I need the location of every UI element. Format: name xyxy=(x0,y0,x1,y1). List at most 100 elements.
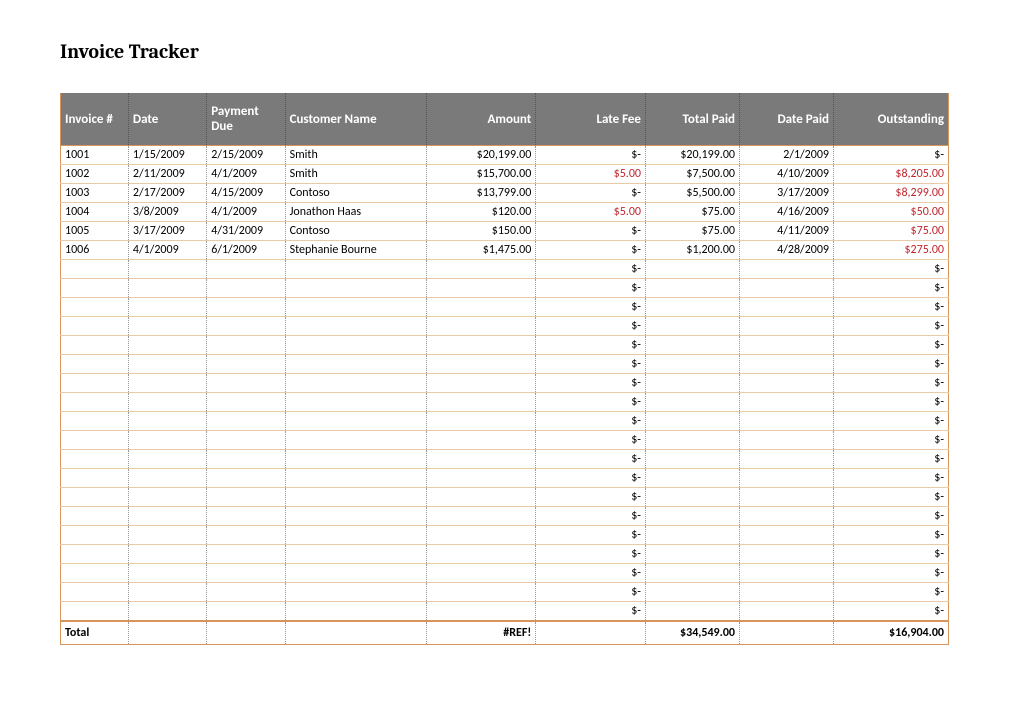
cell-date[interactable]: 1/15/2009 xyxy=(128,146,206,165)
cell-amount[interactable] xyxy=(426,260,536,279)
cell-amount[interactable]: $120.00 xyxy=(426,203,536,222)
cell-date[interactable]: 3/17/2009 xyxy=(128,222,206,241)
cell-outstanding[interactable]: $50.00 xyxy=(834,203,949,222)
cell-amount[interactable]: $1,475.00 xyxy=(426,241,536,260)
cell-date[interactable] xyxy=(128,450,206,469)
table-row[interactable]: $-$- xyxy=(61,317,949,336)
table-row[interactable]: $-$- xyxy=(61,412,949,431)
cell-late-fee[interactable]: $- xyxy=(536,545,646,564)
header-invoice[interactable]: Invoice # xyxy=(61,93,129,146)
cell-date[interactable]: 2/11/2009 xyxy=(128,165,206,184)
cell-outstanding[interactable]: $- xyxy=(834,298,949,317)
cell-late-fee[interactable]: $- xyxy=(536,412,646,431)
table-row[interactable]: 10022/11/20094/1/2009Smith$15,700.00$5.0… xyxy=(61,165,949,184)
cell-invoice[interactable] xyxy=(61,317,129,336)
cell-invoice[interactable] xyxy=(61,355,129,374)
cell-date-paid[interactable] xyxy=(740,469,834,488)
cell-date[interactable] xyxy=(128,526,206,545)
cell-date-paid[interactable]: 4/28/2009 xyxy=(740,241,834,260)
cell-late-fee[interactable]: $- xyxy=(536,602,646,622)
cell-date[interactable] xyxy=(128,507,206,526)
cell-invoice[interactable] xyxy=(61,488,129,507)
cell-amount[interactable]: $150.00 xyxy=(426,222,536,241)
cell-payment-due[interactable] xyxy=(207,279,285,298)
header-payment-due[interactable]: Payment Due xyxy=(207,93,285,146)
cell-customer[interactable] xyxy=(285,507,426,526)
cell-date-paid[interactable] xyxy=(740,393,834,412)
cell-date[interactable]: 4/1/2009 xyxy=(128,241,206,260)
cell-payment-due[interactable] xyxy=(207,355,285,374)
cell-total-paid[interactable] xyxy=(645,526,739,545)
cell-customer[interactable] xyxy=(285,317,426,336)
cell-date-paid[interactable] xyxy=(740,602,834,622)
cell-date[interactable] xyxy=(128,564,206,583)
table-row[interactable]: $-$- xyxy=(61,393,949,412)
cell-invoice[interactable] xyxy=(61,583,129,602)
table-row[interactable]: $-$- xyxy=(61,336,949,355)
cell-invoice[interactable] xyxy=(61,450,129,469)
cell-payment-due[interactable] xyxy=(207,450,285,469)
cell-invoice[interactable] xyxy=(61,564,129,583)
cell-total-paid[interactable] xyxy=(645,431,739,450)
cell-late-fee[interactable]: $- xyxy=(536,583,646,602)
table-row[interactable]: $-$- xyxy=(61,545,949,564)
cell-amount[interactable] xyxy=(426,298,536,317)
cell-payment-due[interactable] xyxy=(207,583,285,602)
table-row[interactable]: $-$- xyxy=(61,488,949,507)
cell-customer[interactable]: Stephanie Bourne xyxy=(285,241,426,260)
cell-date[interactable] xyxy=(128,545,206,564)
cell-late-fee[interactable]: $- xyxy=(536,431,646,450)
cell-customer[interactable]: Smith xyxy=(285,165,426,184)
cell-amount[interactable] xyxy=(426,355,536,374)
cell-outstanding[interactable]: $- xyxy=(834,583,949,602)
header-amount[interactable]: Amount xyxy=(426,93,536,146)
table-row[interactable]: $-$- xyxy=(61,564,949,583)
cell-outstanding[interactable]: $- xyxy=(834,602,949,622)
cell-date[interactable] xyxy=(128,336,206,355)
cell-invoice[interactable] xyxy=(61,602,129,622)
cell-date-paid[interactable] xyxy=(740,450,834,469)
cell-late-fee[interactable]: $- xyxy=(536,336,646,355)
table-row[interactable]: $-$- xyxy=(61,355,949,374)
cell-date-paid[interactable] xyxy=(740,260,834,279)
cell-customer[interactable] xyxy=(285,488,426,507)
cell-amount[interactable] xyxy=(426,564,536,583)
cell-invoice[interactable]: 1003 xyxy=(61,184,129,203)
cell-total-paid[interactable] xyxy=(645,355,739,374)
cell-customer[interactable] xyxy=(285,260,426,279)
cell-amount[interactable] xyxy=(426,279,536,298)
cell-invoice[interactable]: 1002 xyxy=(61,165,129,184)
cell-payment-due[interactable] xyxy=(207,412,285,431)
cell-total-paid[interactable] xyxy=(645,374,739,393)
cell-amount[interactable]: $15,700.00 xyxy=(426,165,536,184)
header-total-paid[interactable]: Total Paid xyxy=(645,93,739,146)
cell-total-paid[interactable] xyxy=(645,507,739,526)
table-row[interactable]: $- $- xyxy=(61,602,949,622)
cell-customer[interactable] xyxy=(285,298,426,317)
cell-date[interactable] xyxy=(128,317,206,336)
cell-payment-due[interactable] xyxy=(207,260,285,279)
cell-amount[interactable]: $13,799.00 xyxy=(426,184,536,203)
cell-payment-due[interactable] xyxy=(207,431,285,450)
cell-late-fee[interactable]: $- xyxy=(536,317,646,336)
cell-invoice[interactable] xyxy=(61,431,129,450)
cell-total-paid[interactable] xyxy=(645,393,739,412)
cell-invoice[interactable] xyxy=(61,336,129,355)
cell-date-paid[interactable] xyxy=(740,412,834,431)
cell-total-paid[interactable] xyxy=(645,583,739,602)
cell-date-paid[interactable] xyxy=(740,279,834,298)
cell-late-fee[interactable]: $5.00 xyxy=(536,165,646,184)
cell-customer[interactable] xyxy=(285,431,426,450)
cell-outstanding[interactable]: $275.00 xyxy=(834,241,949,260)
table-row[interactable]: 10053/17/20094/31/2009Contoso$150.00$-$7… xyxy=(61,222,949,241)
cell-customer[interactable] xyxy=(285,526,426,545)
cell-date-paid[interactable] xyxy=(740,336,834,355)
cell-date-paid[interactable]: 3/17/2009 xyxy=(740,184,834,203)
cell-amount[interactable] xyxy=(426,412,536,431)
cell-payment-due[interactable] xyxy=(207,393,285,412)
table-row[interactable]: 10032/17/20094/15/2009Contoso$13,799.00$… xyxy=(61,184,949,203)
cell-outstanding[interactable]: $8,299.00 xyxy=(834,184,949,203)
cell-amount[interactable]: $20,199.00 xyxy=(426,146,536,165)
header-outstanding[interactable]: Outstanding xyxy=(834,93,949,146)
cell-payment-due[interactable] xyxy=(207,317,285,336)
